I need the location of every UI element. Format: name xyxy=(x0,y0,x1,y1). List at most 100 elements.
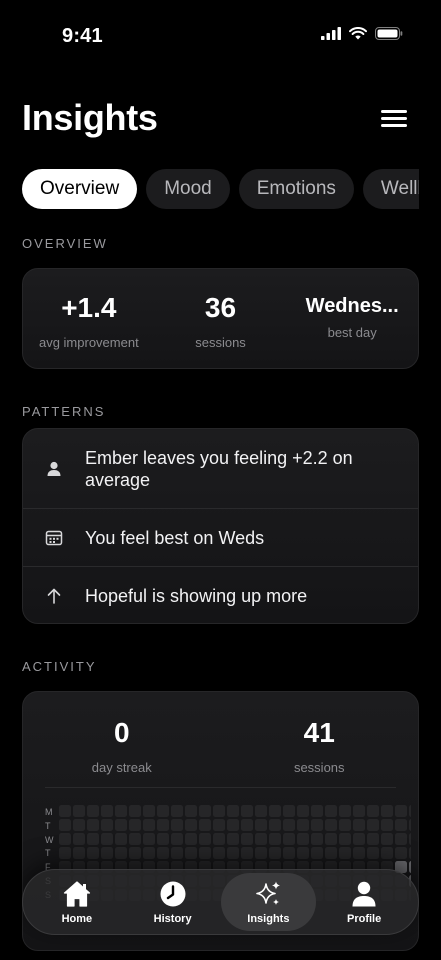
heatmap-cell xyxy=(59,847,71,859)
heatmap-cell xyxy=(87,833,99,845)
heatmap-cell xyxy=(157,833,169,845)
stat-label: day streak xyxy=(91,760,152,775)
heatmap-cell xyxy=(129,805,141,817)
heatmap-cell xyxy=(199,819,211,831)
heatmap-cell xyxy=(143,805,155,817)
heatmap-cell xyxy=(311,847,323,859)
heatmap-cell xyxy=(255,805,267,817)
heatmap-cell xyxy=(381,805,393,817)
heatmap-cell xyxy=(409,819,411,831)
patterns-card: Ember leaves you feeling +2.2 on average… xyxy=(22,428,419,624)
heatmap-cell xyxy=(395,833,407,845)
heatmap-cell xyxy=(185,833,197,845)
heatmap-cell xyxy=(101,833,113,845)
stat-value: 41 xyxy=(303,717,335,748)
heatmap-cell xyxy=(227,819,239,831)
header: Insights xyxy=(22,96,419,142)
tab-wellbeing[interactable]: Wellbeing xyxy=(362,169,419,209)
heatmap-cell xyxy=(241,833,253,845)
heatmap-cell xyxy=(395,805,407,817)
heatmap-cell xyxy=(185,819,197,831)
heatmap-cell xyxy=(367,819,379,831)
heatmap-cell xyxy=(311,833,323,845)
nav-home[interactable]: Home xyxy=(29,873,125,931)
heatmap-cell xyxy=(255,833,267,845)
heatmap-cell xyxy=(325,819,337,831)
sparkles-icon xyxy=(256,881,281,905)
heatmap-cell xyxy=(143,833,155,845)
heatmap-cell xyxy=(367,805,379,817)
heatmap-cell xyxy=(185,847,197,859)
page-title: Insights xyxy=(22,97,158,138)
heatmap-cell xyxy=(157,805,169,817)
heatmap-cell xyxy=(171,805,183,817)
menu-line xyxy=(381,117,407,120)
activity-stat: 0 day streak xyxy=(23,692,221,788)
heatmap-cell xyxy=(227,847,239,859)
heatmap-cell xyxy=(213,847,225,859)
activity-stat: 41 sessions xyxy=(221,692,419,788)
heatmap-cell xyxy=(325,847,337,859)
stat-value: 36 xyxy=(204,292,237,323)
nav-profile[interactable]: Profile xyxy=(316,873,412,931)
heatmap-cell xyxy=(101,819,113,831)
heatmap-cell xyxy=(115,833,127,845)
day-label: M xyxy=(45,807,53,817)
bottom-nav: Home History Insights Profile xyxy=(22,869,419,935)
person-icon xyxy=(352,881,376,907)
heatmap-cell xyxy=(381,819,393,831)
heatmap-cell xyxy=(297,833,309,845)
overview-stat: 36 sessions xyxy=(155,269,287,368)
nav-history[interactable]: History xyxy=(125,873,221,931)
heatmap-cell xyxy=(353,819,365,831)
stat-value: 0 xyxy=(113,717,130,748)
heatmap-cell xyxy=(101,847,113,859)
stat-value: Wednes... xyxy=(305,295,399,317)
heatmap-cell xyxy=(115,805,127,817)
person-icon xyxy=(47,461,61,476)
divider xyxy=(45,787,396,788)
pattern-row: You feel best on Weds xyxy=(23,509,418,567)
stat-label: sessions xyxy=(293,760,345,775)
heatmap-cell xyxy=(311,819,323,831)
menu-button[interactable] xyxy=(381,110,409,128)
day-label: T xyxy=(45,820,51,831)
tab-bar: Overview Mood Emotions Wellbeing xyxy=(22,169,419,209)
heatmap-cell xyxy=(255,847,267,859)
tab-mood[interactable]: Mood xyxy=(146,169,230,209)
heatmap-cell xyxy=(157,847,169,859)
heatmap-cell xyxy=(87,819,99,831)
heatmap-cell xyxy=(409,847,411,859)
heatmap-cell xyxy=(59,833,71,845)
clock-icon xyxy=(160,881,186,907)
heatmap-cell xyxy=(283,833,295,845)
heatmap-cell xyxy=(339,847,351,859)
heatmap-cell xyxy=(283,819,295,831)
overview-section-label: OVERVIEW xyxy=(22,236,108,251)
heatmap-cell xyxy=(129,833,141,845)
heatmap-cell xyxy=(199,847,211,859)
heatmap-cell xyxy=(87,847,99,859)
tab-emotions[interactable]: Emotions xyxy=(238,169,354,209)
heatmap-cell xyxy=(213,805,225,817)
nav-insights[interactable]: Insights xyxy=(220,873,317,931)
stat-value: +1.4 xyxy=(61,292,117,323)
heatmap-cell xyxy=(213,819,225,831)
activity-stats: 0 day streak 41 sessions xyxy=(23,692,418,788)
wifi-icon xyxy=(349,27,367,40)
status-icons xyxy=(321,27,403,40)
status-bar: 9:41 xyxy=(0,0,441,72)
heatmap-cell xyxy=(395,819,407,831)
patterns-section-label: PATTERNS xyxy=(22,404,106,419)
heatmap-cell xyxy=(101,805,113,817)
heatmap-cell xyxy=(157,819,169,831)
heatmap-cell xyxy=(367,833,379,845)
heatmap-cell xyxy=(269,819,281,831)
overview-card: +1.4 avg improvement 36 sessions Wednes.… xyxy=(22,268,419,369)
tab-overview[interactable]: Overview xyxy=(22,169,138,209)
menu-line xyxy=(381,124,407,127)
signal-icon xyxy=(321,27,341,40)
menu-line xyxy=(381,110,407,113)
heatmap-cell xyxy=(269,847,281,859)
pattern-row: Hopeful is showing up more xyxy=(23,567,418,623)
